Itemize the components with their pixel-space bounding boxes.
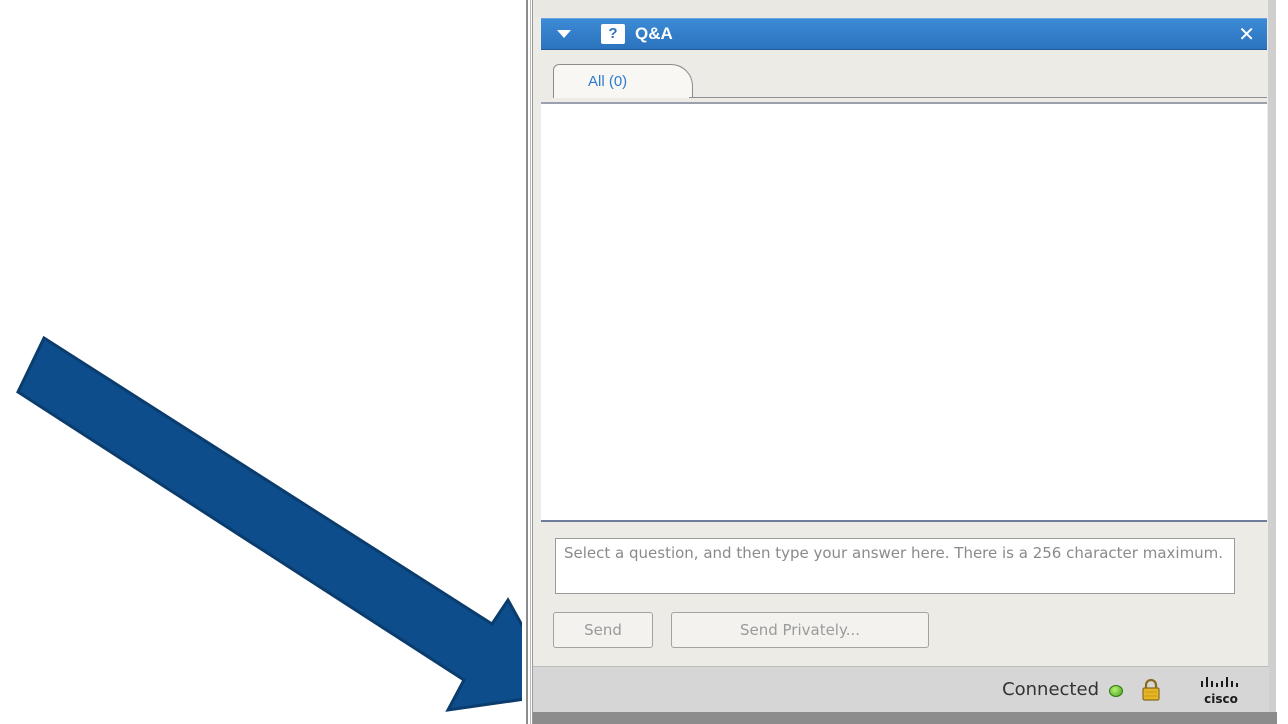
question-mark-icon: ? [601, 24, 625, 44]
qa-panel: ? Q&A ✕ All (0) Select a question, and t… [532, 0, 1277, 724]
screen: ? Q&A ✕ All (0) Select a question, and t… [0, 0, 1288, 724]
triangle-down-icon[interactable] [557, 30, 571, 38]
green-dot-icon [1109, 685, 1123, 697]
cisco-logo: cisco [1201, 677, 1238, 706]
tab-divider [689, 97, 1267, 98]
lock-icon [1142, 679, 1160, 701]
send-privately-button[interactable]: Send Privately... [671, 612, 929, 648]
status-bar: Connected cisco [533, 666, 1269, 712]
tab-all[interactable]: All (0) [553, 64, 693, 98]
pointer-arrow-annotation [16, 335, 563, 712]
panel-titlebar: ? Q&A ✕ [541, 18, 1267, 50]
bottom-edge [533, 712, 1277, 724]
send-button[interactable]: Send [553, 612, 653, 648]
close-icon[interactable]: ✕ [1238, 24, 1255, 44]
connection-status-text: Connected [1002, 679, 1099, 700]
answer-input[interactable]: Select a question, and then type your an… [555, 538, 1235, 594]
tab-strip: All (0) [541, 50, 1267, 104]
question-list[interactable] [541, 102, 1267, 522]
window-edge [522, 0, 532, 724]
panel-top-strip [533, 0, 1268, 18]
panel-title: Q&A [635, 24, 673, 43]
cisco-logo-text: cisco [1204, 692, 1238, 706]
